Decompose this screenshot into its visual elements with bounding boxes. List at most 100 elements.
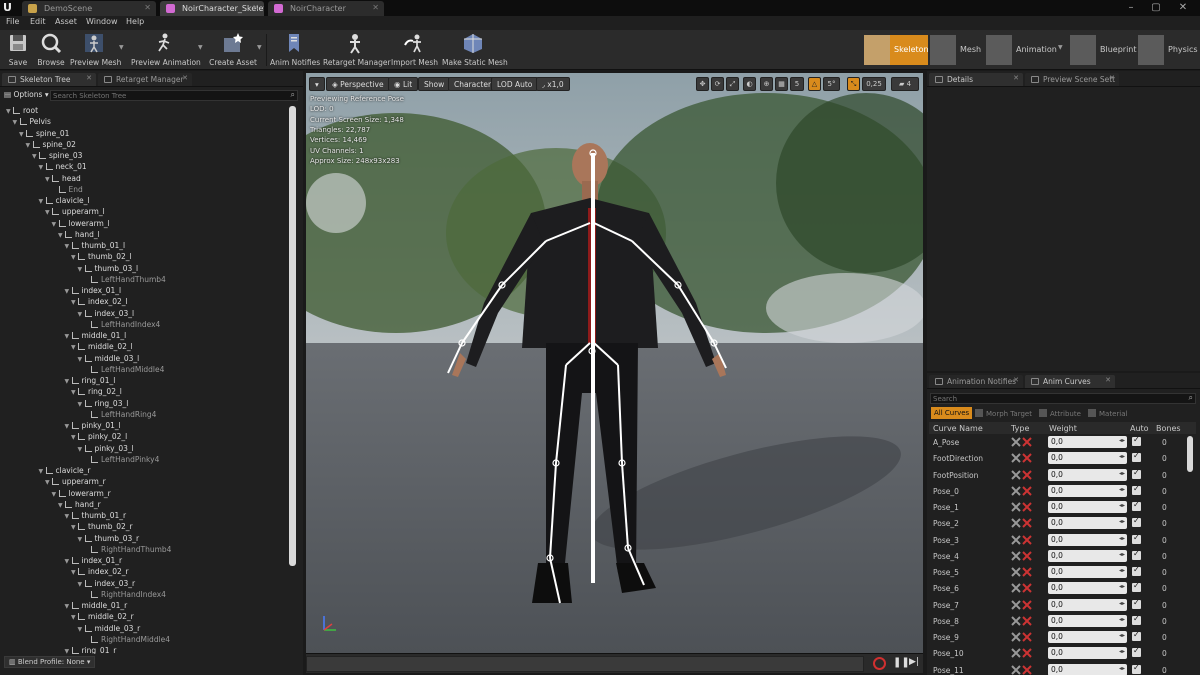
translate-icon[interactable]: ✥	[696, 77, 709, 91]
auto-checkbox[interactable]	[1132, 549, 1141, 560]
bone-row[interactable]: RightHandThumb4	[84, 545, 171, 556]
bone-row[interactable]: ▼ thumb_02_r	[71, 522, 133, 533]
expand-arrow-icon[interactable]: ▼	[78, 401, 85, 408]
spinner-icon[interactable]: ◂▸	[1119, 616, 1125, 623]
pause-icon[interactable]: ❚❚	[893, 657, 910, 668]
auto-checkbox[interactable]	[1132, 451, 1141, 463]
animation-mode-dropdown-icon[interactable]: ▼	[1058, 44, 1063, 51]
bone-row[interactable]: ▼ head	[45, 174, 81, 185]
auto-checkbox[interactable]	[1132, 516, 1141, 528]
expand-arrow-icon[interactable]: ▼	[71, 299, 78, 306]
column-bones[interactable]: Bones	[1156, 424, 1181, 433]
expand-arrow-icon[interactable]: ▼	[65, 288, 72, 295]
blend-profile-dropdown[interactable]: ▥ Blend Profile: None ▾	[4, 656, 96, 668]
bone-row[interactable]: ▼ thumb_01_l	[65, 241, 126, 252]
expand-arrow-icon[interactable]: ▼	[52, 221, 59, 228]
close-icon[interactable]: ✕	[1172, 0, 1194, 16]
curve-row[interactable]: Pose_5 0,0 ◂▸ 0	[929, 564, 1197, 580]
bone-row[interactable]: ▼ lowerarm_l	[52, 219, 110, 230]
document-tab[interactable]: NoirCharacter ✕	[268, 1, 384, 16]
bone-row[interactable]: ▼ ring_02_l	[71, 387, 122, 398]
weight-input[interactable]: 0,0 ◂▸	[1048, 468, 1127, 481]
bone-row[interactable]: ▼ ring_03_l	[78, 399, 129, 410]
column-curve-name[interactable]: Curve Name	[933, 424, 983, 433]
expand-arrow-icon[interactable]: ▼	[65, 378, 72, 385]
curve-row[interactable]: Pose_7 0,0 ◂▸ 0	[929, 597, 1197, 613]
weight-input[interactable]: 0,0 ◂▸	[1048, 549, 1127, 562]
mode-animation-button[interactable]: Animation	[986, 35, 1066, 65]
close-tab-icon[interactable]: ✕	[372, 3, 379, 12]
checkbox-icon[interactable]	[1088, 409, 1096, 417]
bone-row[interactable]: ▼ thumb_01_r	[65, 511, 127, 522]
weight-input[interactable]: 0,0 ◂▸	[1048, 436, 1127, 448]
expand-arrow-icon[interactable]: ▼	[65, 243, 72, 250]
close-tab-icon[interactable]: ✕	[1109, 74, 1115, 82]
bone-row[interactable]: RightHandIndex4	[84, 590, 166, 601]
curve-row[interactable]: FootPosition 0,0 ◂▸ 0	[929, 467, 1197, 483]
checkbox-icon[interactable]	[1039, 409, 1047, 417]
bone-row[interactable]: RightHandMiddle4	[84, 635, 170, 646]
auto-checkbox[interactable]	[1132, 468, 1141, 479]
auto-checkbox[interactable]	[1132, 646, 1141, 658]
expand-arrow-icon[interactable]: ▼	[6, 108, 13, 115]
spinner-icon[interactable]: ◂▸	[1119, 648, 1125, 655]
weight-input[interactable]: 0,0 ◂▸	[1048, 566, 1127, 578]
expand-arrow-icon[interactable]: ▼	[13, 119, 20, 126]
auto-checkbox[interactable]	[1132, 435, 1141, 446]
curve-row[interactable]: Pose_3 0,0 ◂▸ 0	[929, 532, 1197, 548]
bone-row[interactable]: ▼ ring_01_l	[65, 376, 116, 387]
anim-notifies-button[interactable]: Anim Notifies	[270, 32, 320, 68]
expand-arrow-icon[interactable]: ▼	[32, 153, 39, 160]
spinner-icon[interactable]: ◂▸	[1119, 583, 1125, 590]
skeleton-search-input[interactable]	[53, 91, 283, 100]
viewport-options-dropdown[interactable]: ▾	[309, 77, 325, 91]
bone-row[interactable]: ▼ upperarm_l	[45, 207, 105, 218]
bone-row[interactable]: ▼ thumb_03_r	[78, 534, 140, 545]
close-tab-icon[interactable]: ✕	[86, 74, 92, 82]
expand-arrow-icon[interactable]: ▼	[26, 142, 33, 149]
expand-arrow-icon[interactable]: ▼	[71, 524, 78, 531]
bone-row[interactable]: LeftHandMiddle4	[84, 365, 164, 376]
bone-row[interactable]: ▼ index_01_l	[65, 286, 122, 297]
curve-row[interactable]: Pose_4 0,0 ◂▸ 0	[929, 548, 1197, 564]
bone-row[interactable]: ▼ root	[6, 106, 38, 117]
document-tab[interactable]: NoirCharacter_Skeleton✕	[160, 1, 264, 16]
filter-material[interactable]: Material	[1088, 409, 1127, 418]
expand-arrow-icon[interactable]: ▼	[65, 558, 72, 565]
mode-skeleton-button[interactable]: Skeleton	[864, 35, 929, 65]
timeline-scrubber[interactable]	[306, 656, 864, 672]
bone-row[interactable]: ▼ thumb_03_l	[78, 264, 139, 275]
curve-row[interactable]: Pose_0 0,0 ◂▸ 0	[929, 483, 1197, 499]
minimize-icon[interactable]: –	[1120, 0, 1142, 16]
spinner-icon[interactable]: ◂▸	[1119, 632, 1125, 639]
curve-search-input[interactable]	[933, 394, 1173, 403]
bone-row[interactable]: ▼ index_02_l	[71, 297, 128, 308]
rotate-icon[interactable]: ⟳	[711, 77, 724, 91]
weight-input[interactable]: 0,0 ◂▸	[1048, 663, 1127, 675]
close-tab-icon[interactable]: ✕	[1105, 376, 1111, 384]
character-button[interactable]: Character	[448, 77, 498, 91]
angle-snap-icon[interactable]: △	[808, 77, 821, 91]
skeleton-search-box[interactable]: ⌕	[50, 90, 298, 101]
close-tab-icon[interactable]: ✕	[1013, 74, 1019, 82]
document-tab[interactable]: DemoScene ✕	[22, 1, 156, 16]
spinner-icon[interactable]: ◂▸	[1119, 551, 1125, 558]
mode-mesh-button[interactable]: Mesh	[930, 35, 986, 65]
auto-checkbox[interactable]	[1132, 484, 1141, 495]
curve-row[interactable]: FootDirection 0,0 ◂▸ 0	[929, 450, 1197, 466]
bone-row[interactable]: ▼ middle_02_r	[71, 612, 134, 623]
weight-input[interactable]: 0,0 ◂▸	[1048, 452, 1127, 465]
curve-row[interactable]: A_Pose 0,0 ◂▸ 0	[929, 434, 1197, 450]
auto-checkbox[interactable]	[1132, 581, 1141, 593]
bone-row[interactable]: ▼ Pelvis	[13, 117, 51, 128]
grid-snap-icon[interactable]: ▦	[775, 77, 788, 91]
weight-input[interactable]: 0,0 ◂▸	[1048, 614, 1127, 627]
grid-size-value[interactable]: 5	[790, 77, 804, 91]
spinner-icon[interactable]: ◂▸	[1119, 502, 1125, 509]
perspective-button[interactable]: ◈ Perspective	[326, 77, 390, 91]
expand-arrow-icon[interactable]: ▼	[58, 232, 65, 239]
create-asset-button[interactable]: Create Asset	[209, 32, 257, 68]
expand-arrow-icon[interactable]: ▼	[78, 536, 85, 543]
expand-arrow-icon[interactable]: ▼	[19, 131, 26, 138]
tab-preview-scene-settings[interactable]: Preview Scene Sett ✕	[1025, 73, 1119, 86]
